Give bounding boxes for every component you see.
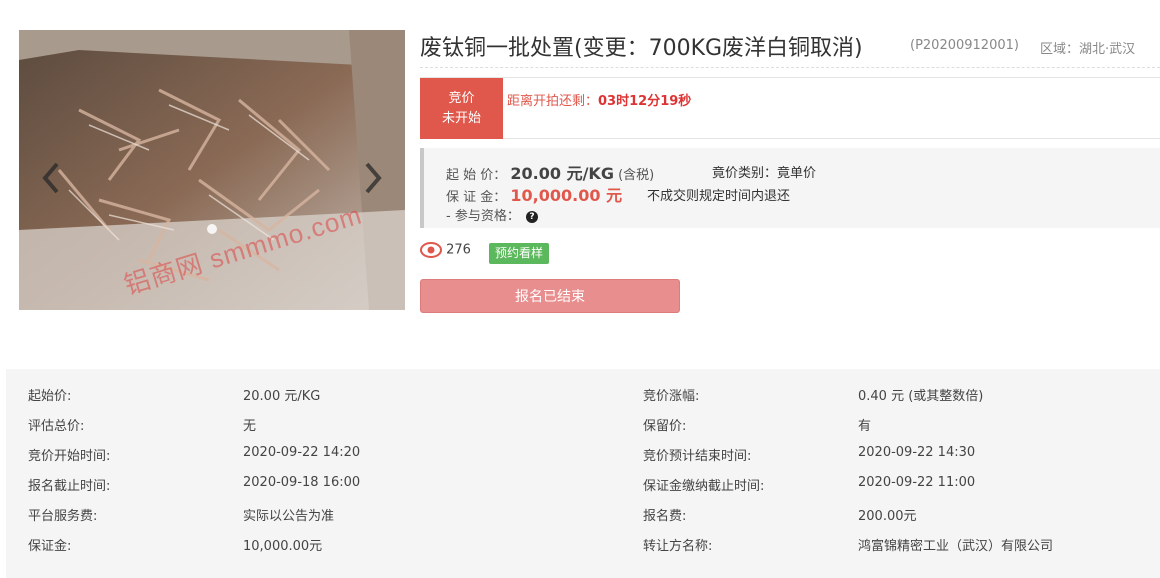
region-label: 区域：湖北·武汉: [1040, 42, 1136, 57]
info-key: 报名截止时间:: [28, 479, 111, 494]
info-key: 竞价涨幅:: [643, 389, 700, 404]
status-badge: 竞价 未开始: [420, 78, 503, 139]
deposit-note: 不成交则规定时间内退还: [647, 189, 791, 204]
gallery-prev-button[interactable]: [39, 158, 63, 198]
info-row: 报名截止时间: 2020-09-18 16:00 保证金缴纳截止时间: 2020-09…: [6, 468, 1160, 498]
info-value: 0.40 元 (或其整数倍): [858, 389, 984, 404]
info-row: 保证金: 10,000.00元 转让方名称: 鸿富锦精密工业（武汉）有限公司: [6, 528, 1160, 558]
info-value: 2020-09-18 16:00: [243, 475, 361, 490]
view-count-value: 276: [446, 242, 471, 258]
info-key: 竞价预计结束时间:: [643, 449, 752, 464]
help-icon[interactable]: ?: [525, 210, 538, 223]
price-panel: 起 始 价： 20.00 元/KG (含税) 竟价类别：竟单价 保 证 金： 1…: [420, 148, 1160, 228]
page: 铝商网 smmmo.com 废钛铜一批处置(变更：700KG废洋白铜取消) (P…: [0, 0, 1160, 578]
info-value: 2020-09-22 14:30: [858, 445, 976, 460]
registration-closed-button[interactable]: 报名已结束: [420, 279, 680, 313]
deposit-row: 保 证 金： 10,000.00 元: [446, 182, 622, 206]
info-value: 实际以公告为准: [243, 509, 335, 524]
eye-icon: [420, 242, 442, 258]
info-value: 2020-09-22 11:00: [858, 475, 976, 490]
info-value: 鸿富锦精密工业（武汉）有限公司: [858, 539, 1054, 554]
countdown-label: 距离开拍还剩：: [507, 94, 599, 109]
info-row: 平台服务费: 实际以公告为准 报名费: 200.00元: [6, 498, 1160, 528]
gallery-indicator-dot[interactable]: [207, 224, 217, 234]
status-line-2: 未开始: [441, 111, 481, 126]
info-key: 转让方名称:: [643, 539, 713, 554]
info-key: 报名费:: [643, 509, 687, 524]
chevron-right-icon: [365, 162, 382, 194]
info-key: 评估总价:: [28, 419, 85, 434]
info-row: 评估总价: 无 保留价: 有: [6, 408, 1160, 438]
info-key: 起始价:: [28, 389, 72, 404]
title-row: 废钛铜一批处置(变更：700KG废洋白铜取消) (P20200912001) 区…: [420, 28, 1160, 68]
info-value: 2020-09-22 14:20: [243, 445, 361, 460]
view-count: 276: [420, 241, 471, 261]
start-price-label: 起 始 价：: [446, 168, 507, 183]
info-value: 200.00元: [858, 509, 917, 524]
auction-info-table: 起始价: 20.00 元/KG 竞价涨幅: 0.40 元 (或其整数倍) 评估总价: 无保…: [6, 369, 1160, 578]
info-value: 有: [858, 419, 872, 434]
lot-code: (P20200912001): [910, 38, 1019, 53]
info-key: 竞价开始时间:: [28, 449, 111, 464]
info-key: 保证金缴纳截止时间:: [643, 479, 765, 494]
qualification-label: - 参与资格：: [446, 209, 520, 224]
page-title: 废钛铜一批处置(变更：700KG废洋白铜取消): [420, 36, 863, 61]
gallery-next-button[interactable]: [361, 158, 385, 198]
countdown-value: 03时12分19秒: [598, 94, 692, 109]
product-image-gallery[interactable]: 铝商网 smmmo.com: [19, 30, 405, 310]
book-viewing-button[interactable]: 预约看样: [489, 243, 550, 264]
info-row: 竞价开始时间: 2020-09-22 14:20 竞价预计结束时间: 2020-09-…: [6, 438, 1160, 468]
status-line-1: 竞价: [448, 91, 475, 106]
info-key: 保留价:: [643, 419, 687, 434]
bid-type: 竟价类别：竟单价: [712, 166, 817, 181]
deposit-label: 保 证 金：: [446, 190, 507, 205]
info-value: 无: [243, 419, 257, 434]
info-value: 10,000.00元: [243, 539, 323, 554]
countdown-bar: 竞价 未开始 距离开拍还剩：03时12分19秒: [420, 77, 1160, 139]
info-row: 起始价: 20.00 元/KG 竞价涨幅: 0.40 元 (或其整数倍): [6, 378, 1160, 408]
info-key: 保证金:: [28, 539, 72, 554]
chevron-left-icon: [42, 162, 59, 194]
info-key: 平台服务费:: [28, 509, 98, 524]
start-price-value: 20.00 元/KG: [510, 164, 614, 183]
info-value: 20.00 元/KG: [243, 389, 321, 404]
deposit-value: 10,000.00 元: [510, 186, 623, 205]
start-price-note: (含税): [618, 168, 655, 183]
start-price-row: 起 始 价： 20.00 元/KG (含税): [446, 160, 654, 184]
countdown-text: 距离开拍还剩：03时12分19秒: [507, 90, 691, 109]
qualification-row: - 参与资格： ?: [446, 205, 538, 224]
